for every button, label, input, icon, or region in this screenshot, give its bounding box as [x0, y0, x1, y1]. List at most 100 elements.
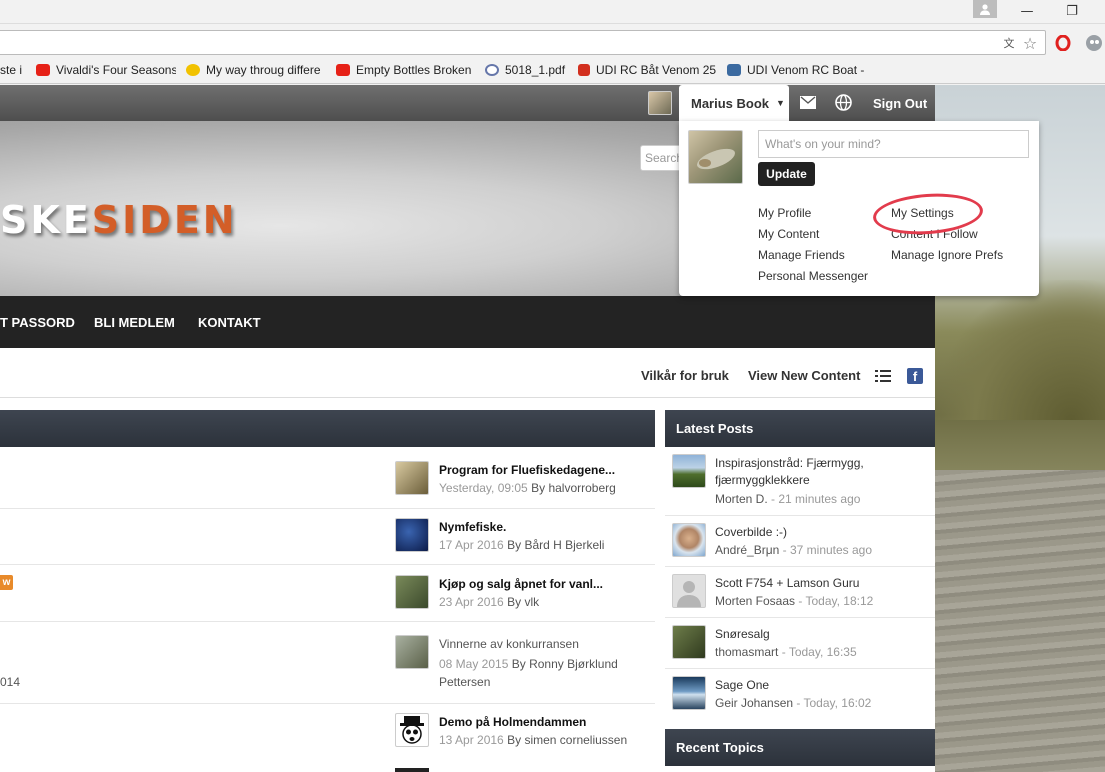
topic-avatar[interactable]: [395, 713, 429, 747]
shield-icon: [186, 64, 200, 76]
status-input[interactable]: What's on your mind?: [758, 130, 1029, 158]
post-avatar[interactable]: [672, 523, 706, 557]
new-badge: w: [0, 575, 13, 590]
post-avatar[interactable]: [672, 625, 706, 659]
post-title[interactable]: Sage One: [715, 677, 769, 694]
restore-button[interactable]: ❐: [1055, 0, 1089, 22]
post-author[interactable]: André_Brμn: [715, 543, 779, 557]
bookmark-item[interactable]: UDI RC Båt Venom 25: [578, 62, 716, 78]
user-name: Marius Book: [691, 95, 770, 111]
row-divider: [665, 566, 935, 567]
bookmark-star-icon[interactable]: ☆: [1020, 33, 1040, 53]
row-divider: [0, 564, 655, 565]
address-bar[interactable]: [0, 30, 1046, 55]
topic-title[interactable]: Program for Fluefiskedagene...: [439, 463, 615, 477]
topic-avatar[interactable]: [395, 518, 429, 552]
sign-out-link[interactable]: Sign Out: [873, 96, 927, 111]
post-author[interactable]: thomasmart: [715, 645, 778, 659]
nav-item-password[interactable]: T PASSORD: [0, 296, 75, 348]
row-divider: [665, 515, 935, 516]
recent-topics-title: Recent Topics: [676, 740, 764, 755]
search-input[interactable]: Search: [640, 145, 682, 171]
window-titlebar: [0, 0, 1105, 24]
bookmark-item[interactable]: ste i: [0, 62, 30, 78]
bookmark-item[interactable]: My way throug differe: [186, 62, 326, 78]
row-divider: [0, 621, 655, 622]
user-avatar-large[interactable]: [688, 130, 743, 184]
topic-avatar[interactable]: [395, 575, 429, 609]
nav-item-contact[interactable]: KONTAKT: [198, 296, 261, 348]
topic-title[interactable]: Vinnerne av konkurransen: [439, 637, 579, 651]
user-menu-toggle[interactable]: Marius Book ▼: [679, 85, 789, 121]
topic-author[interactable]: vlk: [524, 595, 539, 609]
background-hill: [935, 280, 1105, 420]
terms-link[interactable]: Vilkår for bruk: [641, 368, 729, 383]
post-title[interactable]: Inspirasjonstråd: Fjærmygg, fjærmyggklek…: [715, 455, 925, 489]
user-bar: [0, 85, 935, 121]
manage-ignore-prefs-link[interactable]: Manage Ignore Prefs: [891, 248, 1003, 262]
my-profile-link[interactable]: My Profile: [758, 206, 811, 220]
topic-title[interactable]: Nymfefiske.: [439, 520, 506, 534]
bookmark-item[interactable]: Empty Bottles Broken: [336, 62, 474, 78]
chevron-down-icon: ▼: [776, 98, 785, 108]
post-meta: thomasmart - Today, 16:35: [715, 645, 857, 659]
youtube-icon: [36, 64, 50, 76]
post-meta: Morten D. - 21 minutes ago: [715, 492, 861, 506]
my-content-link[interactable]: My Content: [758, 227, 819, 241]
topic-avatar[interactable]: [395, 461, 429, 495]
nav-item-register[interactable]: BLI MEDLEM: [94, 296, 175, 348]
user-avatar-small[interactable]: [648, 91, 672, 115]
topic-meta: 23 Apr 2016 By vlk: [439, 595, 540, 609]
bookmark-item[interactable]: Vivaldi's Four Seasons: [36, 62, 176, 78]
personal-messenger-link[interactable]: Personal Messenger: [758, 269, 868, 283]
site-logo[interactable]: SKESIDEN: [0, 198, 238, 242]
topic-author[interactable]: Bård H Bjerkeli: [524, 538, 604, 552]
topic-title[interactable]: Demo på Holmendammen: [439, 715, 586, 729]
post-author[interactable]: Geir Johansen: [715, 696, 793, 710]
truncated-date: 014: [0, 675, 21, 689]
post-avatar[interactable]: [672, 454, 706, 488]
list-view-icon[interactable]: [875, 370, 891, 385]
manage-friends-link[interactable]: Manage Friends: [758, 248, 845, 262]
post-title[interactable]: Scott F754 + Lamson Guru: [715, 575, 859, 592]
topic-author[interactable]: simen corneliussen: [524, 733, 627, 747]
globe-icon[interactable]: [835, 94, 852, 114]
logo-text-accent: SIDEN: [91, 198, 238, 242]
post-meta: Morten Fosaas - Today, 18:12: [715, 594, 874, 608]
topic-meta: 17 Apr 2016 By Bård H Bjerkeli: [439, 538, 605, 552]
forum-section-header: [0, 410, 655, 447]
bookmark-item[interactable]: 5018_1.pdf: [485, 62, 573, 78]
youtube-icon: [336, 64, 350, 76]
post-avatar[interactable]: [672, 574, 706, 608]
post-avatar[interactable]: [672, 676, 706, 710]
row-divider: [0, 508, 655, 509]
site-icon: [727, 64, 741, 76]
facebook-icon[interactable]: f: [907, 368, 923, 384]
latest-posts-title: Latest Posts: [676, 421, 754, 436]
row-divider: [665, 668, 935, 669]
mail-icon[interactable]: [800, 96, 816, 112]
pdf-icon: [485, 64, 499, 76]
new-content-link[interactable]: View New Content: [748, 368, 860, 383]
logo-text: SKE: [0, 198, 92, 242]
extension-icon[interactable]: [1084, 33, 1104, 53]
translate-icon[interactable]: ⽂: [999, 33, 1019, 53]
opera-extension-icon[interactable]: [1053, 33, 1073, 53]
browser-profile-icon[interactable]: [973, 0, 997, 18]
row-divider: [0, 703, 655, 704]
topic-avatar[interactable]: [395, 768, 429, 772]
topic-author[interactable]: halvorroberg: [548, 481, 615, 495]
row-divider: [665, 617, 935, 618]
topic-avatar[interactable]: [395, 635, 429, 669]
post-title[interactable]: Coverbilde :-): [715, 524, 787, 541]
bookmark-item[interactable]: UDI Venom RC Boat -: [727, 62, 867, 78]
post-author[interactable]: Morten Fosaas: [715, 594, 795, 608]
post-meta: André_Brμn - 37 minutes ago: [715, 543, 873, 557]
post-author[interactable]: Morten D.: [715, 492, 768, 506]
topic-meta: 08 May 2015 By Ronny Bjørklund Pettersen: [439, 657, 618, 689]
update-status-button[interactable]: Update: [758, 162, 815, 186]
site-icon: [578, 64, 590, 76]
topic-title[interactable]: Kjøp og salg åpnet for vanl...: [439, 577, 603, 591]
minimize-button[interactable]: —: [1010, 0, 1044, 22]
post-title[interactable]: Snøresalg: [715, 626, 770, 643]
